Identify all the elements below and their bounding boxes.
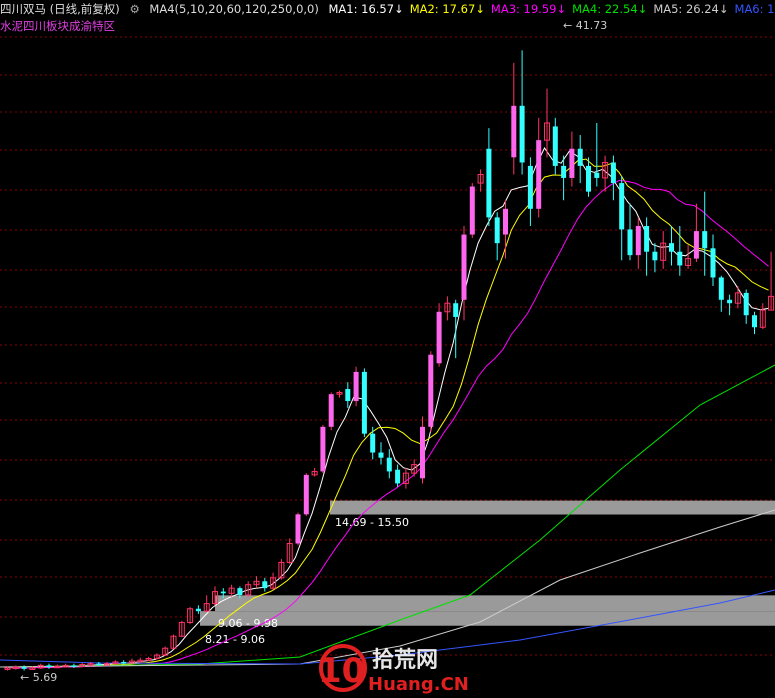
candle-body: [370, 433, 376, 453]
candle-body: [527, 165, 533, 209]
candle-body: [727, 299, 733, 304]
candle-body: [494, 217, 500, 244]
candle-body: [635, 225, 641, 256]
candle-body: [295, 514, 301, 544]
zone-label: 8.21 - 9.06: [205, 633, 265, 646]
candle-body: [511, 105, 517, 158]
candle-body: [386, 457, 392, 472]
candle-body: [328, 394, 334, 427]
candle-body: [693, 231, 699, 259]
watermark-text: 拾荒网: [372, 647, 438, 673]
support-zone: [330, 500, 775, 515]
candle-body: [303, 474, 309, 515]
candle-body: [627, 229, 633, 256]
candle-body: [619, 183, 625, 230]
candle-body: [669, 243, 674, 252]
candle-body: [486, 148, 492, 218]
ma5-line: [0, 509, 775, 668]
ma1-line: [4, 147, 769, 669]
candle-body: [361, 371, 367, 434]
candle-body: [237, 588, 243, 596]
candle-body: [552, 126, 558, 166]
candle-body: [519, 105, 525, 163]
watermark-number: 10: [318, 651, 365, 691]
low-price-label: ← 5.69: [20, 671, 57, 684]
candle-body: [536, 140, 542, 209]
ma2-line: [4, 158, 769, 669]
candle-body: [710, 248, 716, 278]
candlestick-chart[interactable]: 14.69 - 15.50 9.06 - 9.98 8.21 - 9.06 ← 41.…: [0, 0, 775, 698]
candle-body: [644, 225, 650, 252]
candle-body: [353, 371, 359, 402]
candle-body: [262, 581, 268, 589]
candle-body: [395, 469, 401, 484]
watermark-domain: Huang.CN: [368, 674, 469, 695]
candle-body: [743, 292, 749, 316]
candle-body: [561, 165, 567, 178]
candle-body: [469, 186, 475, 235]
candle-body: [121, 661, 127, 664]
candle-body: [718, 277, 724, 300]
zone-label: 9.06 - 9.98: [218, 617, 278, 630]
candle-body: [569, 148, 575, 178]
candle-body: [96, 663, 102, 666]
candle-body: [586, 165, 591, 192]
candle-body: [503, 208, 508, 235]
candle-body: [195, 608, 201, 612]
candle-body: [652, 251, 658, 261]
candle-body: [71, 665, 77, 667]
candle-body: [702, 231, 708, 249]
candle-body: [752, 315, 757, 328]
candle-body: [46, 665, 52, 668]
candle-body: [577, 148, 583, 166]
candle-body: [461, 234, 467, 300]
high-price-label: ← 41.73: [563, 19, 607, 32]
candle-body: [220, 591, 226, 594]
candle-body: [677, 251, 683, 266]
candle-body: [320, 426, 326, 472]
candle-body: [428, 354, 434, 427]
candle-body: [345, 389, 351, 402]
candle-body: [610, 162, 616, 184]
candle-body: [378, 452, 384, 458]
candle-body: [436, 311, 442, 364]
candle-body: [594, 172, 600, 178]
candle-body: [420, 426, 425, 479]
candle-body: [21, 667, 27, 669]
zone-label: 14.69 - 15.50: [335, 516, 409, 529]
candle-body: [453, 303, 459, 317]
